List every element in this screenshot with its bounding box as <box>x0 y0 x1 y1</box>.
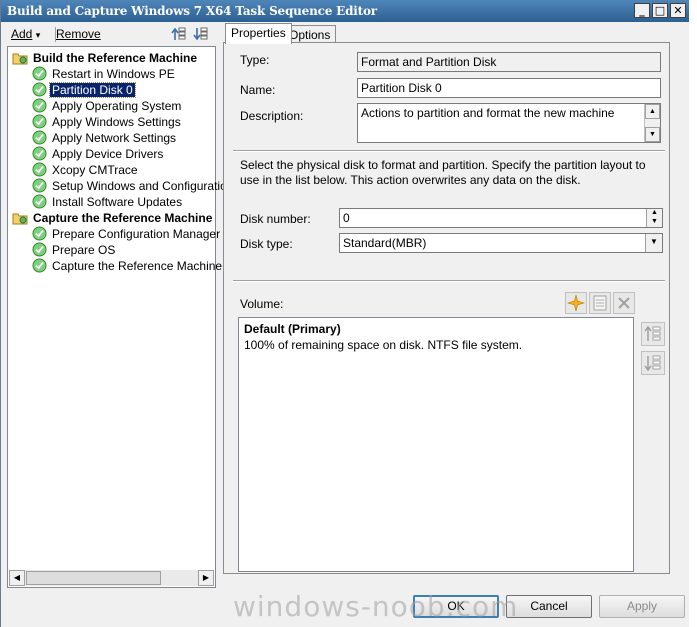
type-label: Type: <box>240 53 270 67</box>
remove-button[interactable]: Remove <box>56 27 101 41</box>
disk-number-value: 0 <box>343 211 350 225</box>
maximize-button[interactable]: □ <box>652 3 668 18</box>
scroll-up-arrow-icon[interactable]: ▲ <box>645 104 660 119</box>
minimize-button[interactable]: _ <box>634 3 650 18</box>
type-field: Format and Partition Disk <box>357 52 661 72</box>
tree-group-label: Capture the Reference Machine <box>33 211 213 225</box>
tree-item-label: Capture the Reference Machine <box>52 259 223 273</box>
tree-item-label: Apply Windows Settings <box>52 115 181 129</box>
move-volume-up-button[interactable] <box>641 322 665 346</box>
tree-item-label: Install Software Updates <box>52 195 183 209</box>
scroll-down-arrow-icon[interactable]: ▼ <box>645 127 660 142</box>
tree-item-label: Restart in Windows PE <box>52 67 175 81</box>
partition-properties-button[interactable] <box>589 292 611 314</box>
check-circle-icon <box>32 162 47 177</box>
check-circle-icon <box>32 226 47 241</box>
description-text: Actions to partition and format the new … <box>361 106 615 120</box>
cancel-button[interactable]: Cancel <box>506 595 592 618</box>
check-circle-icon <box>32 66 47 81</box>
check-circle-icon <box>32 130 47 145</box>
close-button[interactable]: ✕ <box>670 3 686 18</box>
add-label: Add <box>11 27 33 41</box>
disk-info-text: Select the physical disk to format and p… <box>240 158 646 187</box>
folder-icon <box>12 53 28 65</box>
check-circle-icon <box>32 178 47 193</box>
scroll-left-arrow-icon[interactable]: ◀ <box>9 570 25 586</box>
name-field[interactable]: Partition Disk 0 <box>357 78 661 98</box>
add-menu-button[interactable]: Add ▾ <box>11 27 40 41</box>
disk-number-label: Disk number: <box>240 212 311 226</box>
separator-highlight <box>233 151 665 152</box>
toolbar: Add ▾ Remove <box>7 24 217 44</box>
move-up-icon[interactable] <box>171 26 187 42</box>
check-circle-icon <box>32 194 47 209</box>
volume-name: Default (Primary) <box>244 322 341 336</box>
move-up-icon <box>644 325 661 341</box>
move-down-icon <box>644 355 661 372</box>
sparkle-star-icon <box>566 294 586 312</box>
chevron-down-icon: ▾ <box>35 30 41 40</box>
tree-horizontal-scrollbar[interactable]: ◀ ▶ <box>9 570 214 586</box>
check-circle-icon <box>32 98 47 113</box>
check-circle-icon <box>32 114 47 129</box>
name-label: Name: <box>240 83 276 97</box>
chevron-down-icon[interactable]: ▼ <box>645 234 662 252</box>
new-partition-button[interactable] <box>565 292 587 314</box>
check-circle-icon <box>32 82 47 97</box>
description-label: Description: <box>240 109 304 123</box>
scrollbar-thumb[interactable] <box>26 571 161 585</box>
title-bar[interactable]: Build and Capture Windows 7 X64 Task Seq… <box>1 0 690 22</box>
stepper-buttons[interactable]: ▲ ▼ <box>646 209 662 227</box>
disk-type-select[interactable]: Standard(MBR) ▼ <box>339 233 663 253</box>
properties-sheet-icon <box>593 295 607 311</box>
tree-group-label: Build the Reference Machine <box>33 51 198 65</box>
window-title: Build and Capture Windows 7 X64 Task Seq… <box>7 4 377 18</box>
apply-button[interactable]: Apply <box>599 595 685 618</box>
description-scrollbar[interactable]: ▲ ▼ <box>644 104 660 142</box>
move-volume-down-button[interactable] <box>641 351 665 375</box>
volume-list[interactable]: Default (Primary) 100% of remaining spac… <box>238 317 634 572</box>
delete-partition-button[interactable] <box>613 292 635 314</box>
tree-item-label: Apply Operating System <box>52 99 182 113</box>
window-controls: _ □ ✕ <box>634 3 686 18</box>
tree-item-label: Prepare Configuration Manager Cli <box>52 227 238 241</box>
move-down-icon[interactable] <box>193 26 209 42</box>
disk-number-stepper[interactable]: 0 ▲ ▼ <box>339 208 663 228</box>
remove-label: Remove <box>56 27 101 41</box>
disk-type-label: Disk type: <box>240 237 293 251</box>
task-sequence-editor-window: Build and Capture Windows 7 X64 Task Seq… <box>0 0 690 627</box>
separator-highlight <box>233 281 665 282</box>
delete-x-icon <box>618 297 630 309</box>
scroll-right-arrow-icon[interactable]: ▶ <box>198 570 214 586</box>
tree-item-label: Prepare OS <box>52 243 116 257</box>
tab-properties[interactable]: Properties <box>225 23 292 44</box>
stepper-up-icon[interactable]: ▲ <box>647 209 662 218</box>
ok-button[interactable]: OK <box>413 595 499 618</box>
tree-item-label: Xcopy CMTrace <box>52 163 138 177</box>
tree-item-label: Apply Device Drivers <box>52 147 164 161</box>
tree-item-label: Apply Network Settings <box>52 131 177 145</box>
description-field[interactable]: Actions to partition and format the new … <box>357 103 661 143</box>
volume-detail: 100% of remaining space on disk. NTFS fi… <box>244 338 523 352</box>
check-circle-icon <box>32 258 47 273</box>
folder-icon <box>12 213 28 225</box>
stepper-down-icon[interactable]: ▼ <box>647 218 662 227</box>
tree-item-label: Partition Disk 0 <box>49 82 136 98</box>
background-edge <box>689 0 697 627</box>
volume-label: Volume: <box>240 297 284 311</box>
check-circle-icon <box>32 242 47 257</box>
tree-item-label: Setup Windows and Configuration <box>52 179 234 193</box>
disk-type-value: Standard(MBR) <box>343 236 427 250</box>
task-sequence-tree[interactable]: Build the Reference Machine Restart in W… <box>7 46 237 588</box>
check-circle-icon <box>32 146 47 161</box>
